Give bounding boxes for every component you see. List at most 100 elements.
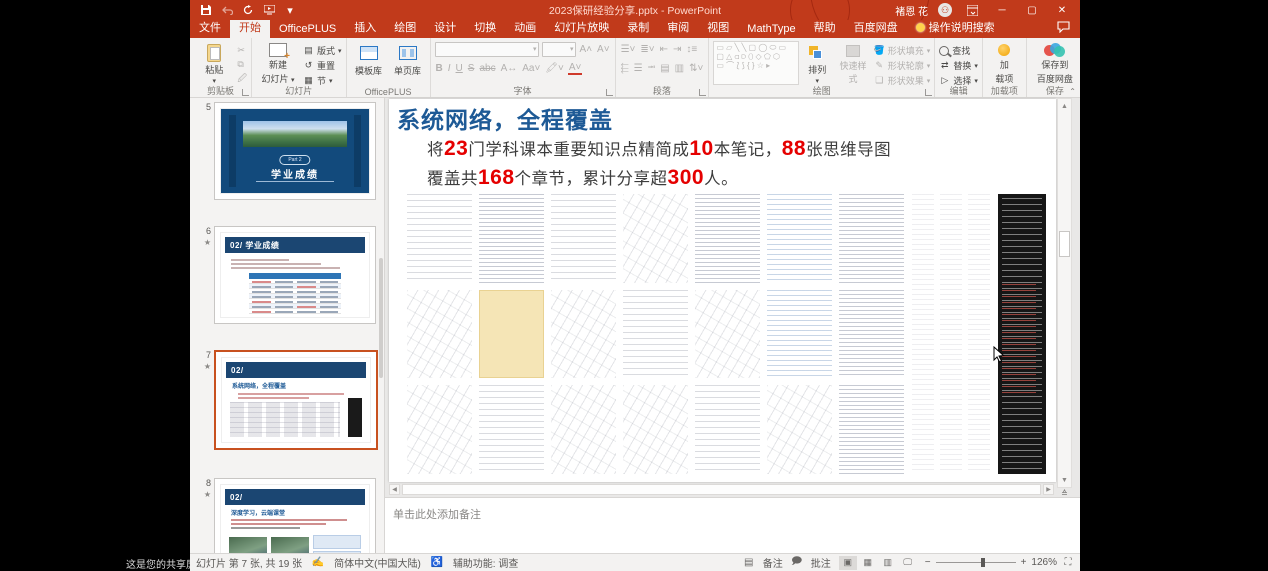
shape-outline-button[interactable]: ✎形状轮廓▾ [874, 59, 931, 72]
previous-slide-button[interactable]: ≙ [1061, 490, 1068, 497]
zoom-slider-thumb[interactable] [981, 558, 985, 567]
clipboard-dialog-launcher[interactable] [242, 89, 249, 96]
replace-button[interactable]: ⇄替换▾ [939, 59, 978, 72]
decrease-indent-icon[interactable]: ⇤ [659, 44, 669, 55]
numbering-icon[interactable]: ≣˅ [639, 44, 655, 55]
find-button[interactable]: 查找 [939, 44, 978, 57]
italic-button[interactable]: I [447, 63, 452, 74]
scroll-up-icon[interactable]: ▲ [1058, 99, 1071, 113]
arrange-button[interactable]: 排列▾ [802, 41, 832, 85]
tab-review[interactable]: 审阅 [658, 17, 698, 38]
customize-qat-icon[interactable]: ▾ [284, 4, 296, 16]
tab-slideshow[interactable]: 幻灯片放映 [545, 17, 618, 38]
font-name-combo[interactable] [435, 42, 539, 57]
undo-icon[interactable] [221, 4, 233, 16]
reading-view-button[interactable]: ▥ [879, 556, 897, 570]
repeat-icon[interactable] [242, 4, 254, 16]
thumbnail-slide-7-selected[interactable]: 7★ 02/ 系统网络，全程覆盖 [198, 350, 378, 450]
user-avatar[interactable]: ⚇ [938, 3, 952, 17]
justify-icon[interactable]: ▤ [659, 63, 670, 74]
normal-view-button[interactable]: ▣ [839, 556, 857, 570]
comments-toggle[interactable]: 批注 [811, 555, 831, 570]
font-size-combo[interactable] [542, 42, 576, 57]
align-center-icon[interactable]: ☰ [633, 63, 644, 74]
align-left-icon[interactable]: ⬱ [620, 63, 630, 74]
zoom-level[interactable]: 126% [1031, 557, 1057, 568]
tab-transitions[interactable]: 切换 [465, 17, 505, 38]
quick-styles-button[interactable]: 快速样式 [835, 41, 870, 85]
vertical-scrollbar[interactable]: ▲ ▼ [1057, 98, 1072, 488]
scroll-right-icon[interactable]: ▶ [1043, 484, 1054, 495]
slide-thumbnail-panel[interactable]: 5 Part 2 学业成绩 6★ 02/ 学业成绩 [190, 98, 385, 553]
slideshow-view-button[interactable]: 🖵 [899, 556, 917, 570]
paste-button[interactable]: 粘贴▾ [194, 41, 234, 85]
thumbnail-slide-5[interactable]: 5 Part 2 学业成绩 [198, 102, 376, 200]
slide-title[interactable]: 系统网络，全程覆盖 [397, 101, 613, 135]
tab-home[interactable]: 开始 [230, 17, 270, 38]
minimize-button[interactable]: ─ [992, 3, 1012, 17]
zoom-in-button[interactable]: + [1021, 557, 1027, 568]
notes-pane[interactable]: 单击此处添加备注 [385, 497, 1080, 553]
template-library-button[interactable]: 模板库 [351, 41, 387, 85]
scrollbar-thumb[interactable] [1059, 231, 1070, 257]
thumbnail-slide-8[interactable]: 8★ 02/ 深度学习，云端课堂 [198, 478, 376, 553]
text-direction-icon[interactable]: ⇅˅ [688, 63, 704, 74]
addins-button[interactable]: 加 载项 [987, 41, 1022, 85]
user-name[interactable]: 褚恩 花 [895, 3, 928, 18]
tab-design[interactable]: 设计 [425, 17, 465, 38]
clear-formatting-icon[interactable]: abc [478, 63, 496, 74]
tell-me-search[interactable]: 操作说明搜索 [907, 17, 1004, 38]
collapse-ribbon-icon[interactable]: ⌃ [1069, 87, 1076, 96]
zoom-out-button[interactable]: − [925, 557, 931, 568]
change-case-icon[interactable]: Aa˅ [521, 63, 541, 74]
new-slide-button[interactable]: 新建 幻灯片 ▾ [256, 41, 300, 85]
zoom-slider[interactable] [936, 562, 1016, 563]
comments-icon[interactable] [1057, 21, 1070, 36]
save-to-baidu-button[interactable]: 保存到 百度网盘 [1031, 41, 1079, 85]
ribbon-display-options-icon[interactable] [962, 3, 982, 17]
bold-button[interactable]: B [435, 63, 444, 74]
notes-toggle[interactable]: 备注 [763, 555, 783, 570]
spellcheck-icon[interactable]: ✍ [312, 557, 324, 568]
shapes-gallery[interactable]: ▭ ▱ ╲ ╲ ▢ ◯ ⬭ ▭▢ △ ⫏ ⫐ ⬯ ◇ ⬠ ⬡▭ ⌒ ⟅ ⟆ { … [713, 41, 799, 85]
tab-mathtype[interactable]: MathType [738, 21, 804, 38]
layout-button[interactable]: ▤版式▾ [303, 44, 342, 57]
thumbnail-slide-6[interactable]: 6★ 02/ 学业成绩 [198, 226, 376, 324]
maximize-button[interactable]: ▢ [1022, 3, 1042, 17]
thumbnail-scrollbar[interactable] [379, 258, 383, 378]
fit-to-window-icon[interactable]: ⛶ [1062, 557, 1074, 568]
tab-insert[interactable]: 插入 [345, 17, 385, 38]
highlight-color-icon[interactable]: 🖍˅ [544, 63, 565, 74]
start-slideshow-icon[interactable] [263, 4, 275, 16]
accessibility-status[interactable]: 辅助功能: 调查 [453, 555, 519, 570]
line-spacing-icon[interactable]: ↕≡ [685, 44, 698, 55]
tab-draw[interactable]: 绘图 [385, 17, 425, 38]
page-library-button[interactable]: 单页库 [390, 41, 426, 85]
slide-canvas[interactable]: 系统网络，全程覆盖 将23门学科课本重要知识点精简成10本笔记，88张思维导图 … [389, 99, 1056, 482]
increase-indent-icon[interactable]: ⇥ [672, 44, 682, 55]
copy-icon[interactable]: ⧉ [237, 58, 247, 70]
drawing-dialog-launcher[interactable] [925, 89, 932, 96]
slide-body-text[interactable]: 将23门学科课本重要知识点精简成10本笔记，88张思维导图 覆盖共168个章节，… [427, 135, 891, 193]
character-spacing-icon[interactable]: A↔ [500, 63, 519, 74]
tab-animations[interactable]: 动画 [505, 17, 545, 38]
increase-font-icon[interactable]: A˄ [579, 44, 594, 55]
scroll-left-icon[interactable]: ◀ [389, 484, 400, 495]
notes-placeholder[interactable]: 单击此处添加备注 [393, 506, 481, 522]
tab-help[interactable]: 帮助 [805, 17, 845, 38]
scroll-down-icon[interactable]: ▼ [1058, 473, 1071, 487]
font-color-icon[interactable]: A˅ [568, 62, 583, 75]
tab-baidu-netdisk[interactable]: 百度网盘 [845, 17, 907, 38]
close-button[interactable]: ✕ [1052, 3, 1072, 17]
strikethrough-button[interactable]: S [467, 63, 476, 74]
slide-sorter-view-button[interactable]: ▦ [859, 556, 877, 570]
language-indicator[interactable]: 简体中文(中国大陆) [334, 555, 421, 570]
tab-record[interactable]: 录制 [618, 17, 658, 38]
decrease-font-icon[interactable]: A˅ [596, 44, 611, 55]
font-dialog-launcher[interactable] [606, 89, 613, 96]
tab-view[interactable]: 视图 [698, 17, 738, 38]
tab-officeplus[interactable]: OfficePLUS [270, 21, 345, 38]
horizontal-scrollbar[interactable]: ◀ ▶ [389, 484, 1054, 495]
columns-icon[interactable]: ▥ [674, 63, 685, 74]
cut-icon[interactable]: ✂ [237, 44, 247, 56]
